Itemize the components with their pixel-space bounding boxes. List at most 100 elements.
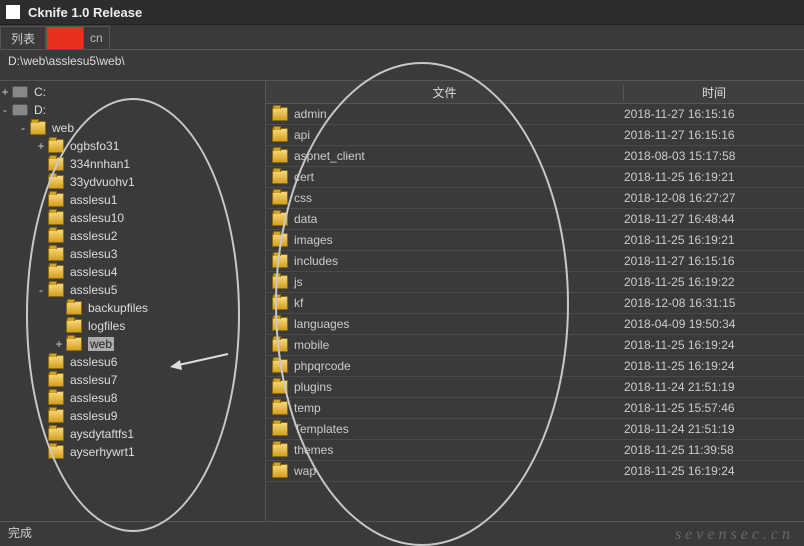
folder-icon	[272, 233, 288, 247]
tree-label: web	[52, 121, 74, 135]
file-time: 2018-12-08 16:31:15	[618, 296, 804, 310]
tree-node[interactable]: +ogbsfo31	[0, 137, 265, 155]
tree-node[interactable]: asslesu3	[0, 245, 265, 263]
tree-label: asslesu4	[70, 265, 117, 279]
file-row[interactable]: Templates2018-11-24 21:51:19	[266, 419, 804, 440]
folder-icon	[272, 254, 288, 268]
expand-toggle[interactable]: +	[54, 337, 64, 351]
tree-node[interactable]: asslesu9	[0, 407, 265, 425]
folder-icon	[48, 211, 64, 225]
file-time: 2018-11-25 16:19:21	[618, 170, 804, 184]
expand-toggle[interactable]: +	[0, 85, 10, 99]
folder-icon	[272, 464, 288, 478]
tree-node[interactable]: -D:	[0, 101, 265, 119]
column-name[interactable]: 文件	[266, 84, 623, 101]
file-row[interactable]: temp2018-11-25 15:57:46	[266, 398, 804, 419]
app-icon	[6, 5, 20, 19]
path-bar[interactable]: D:\web\asslesu5\web\	[0, 50, 804, 81]
file-name: temp	[294, 401, 321, 415]
tab-list[interactable]: 列表	[0, 26, 46, 49]
file-row[interactable]: aspnet_client2018-08-03 15:17:58	[266, 146, 804, 167]
folder-icon	[272, 401, 288, 415]
file-row[interactable]: languages2018-04-09 19:50:34	[266, 314, 804, 335]
folder-icon	[48, 139, 64, 153]
file-time: 2018-11-27 16:48:44	[618, 212, 804, 226]
file-name: data	[294, 212, 317, 226]
folder-icon	[272, 212, 288, 226]
tree-node[interactable]: asslesu10	[0, 209, 265, 227]
folder-icon	[272, 380, 288, 394]
tree-label: 33ydvuohv1	[70, 175, 135, 189]
title-bar: Cknife 1.0 Release	[0, 0, 804, 25]
tree-node[interactable]: asslesu7	[0, 371, 265, 389]
tree-label: asslesu2	[70, 229, 117, 243]
expand-toggle[interactable]: +	[36, 139, 46, 153]
file-row[interactable]: includes2018-11-27 16:15:16	[266, 251, 804, 272]
file-row[interactable]: data 2018-11-27 16:48:44	[266, 209, 804, 230]
folder-icon	[48, 391, 64, 405]
tree-label: logfiles	[88, 319, 125, 333]
tree-label: asslesu1	[70, 193, 117, 207]
file-row[interactable]: css2018-12-08 16:27:27	[266, 188, 804, 209]
tree-node[interactable]: aysdytaftfs1	[0, 425, 265, 443]
tree-node[interactable]: logfiles	[0, 317, 265, 335]
tab-bar: 列表 cn	[0, 25, 804, 50]
file-row[interactable]: js 2018-11-25 16:19:22	[266, 272, 804, 293]
file-time: 2018-12-08 16:27:27	[618, 191, 804, 205]
file-row[interactable]: admin2018-11-27 16:15:16	[266, 104, 804, 125]
folder-icon	[30, 121, 46, 135]
file-list[interactable]: admin2018-11-27 16:15:16api2018-11-27 16…	[266, 104, 804, 521]
directory-tree[interactable]: +C:-D:-web+ogbsfo31334nnhan133ydvuohv1as…	[0, 81, 266, 521]
folder-icon	[66, 337, 82, 351]
tree-node[interactable]: -asslesu5	[0, 281, 265, 299]
tree-node[interactable]: ayserhywrt1	[0, 443, 265, 461]
tree-label: asslesu6	[70, 355, 117, 369]
tree-node[interactable]: asslesu6	[0, 353, 265, 371]
tree-node[interactable]: +C:	[0, 83, 265, 101]
folder-icon	[272, 338, 288, 352]
file-row[interactable]: themes 2018-11-25 11:39:58	[266, 440, 804, 461]
tab-host-suffix[interactable]: cn	[84, 26, 110, 49]
file-time: 2018-11-25 11:39:58	[618, 443, 804, 457]
tree-node[interactable]: - web	[0, 119, 265, 137]
file-row[interactable]: wap2018-11-25 16:19:24	[266, 461, 804, 482]
file-time: 2018-11-25 16:19:24	[618, 338, 804, 352]
tree-node[interactable]: 334nnhan1	[0, 155, 265, 173]
tree-node[interactable]: asslesu8	[0, 389, 265, 407]
tab-host-redacted[interactable]	[46, 26, 84, 49]
folder-icon	[48, 445, 64, 459]
folder-icon	[66, 319, 82, 333]
file-row[interactable]: images2018-11-25 16:19:21	[266, 230, 804, 251]
tree-label: aysdytaftfs1	[70, 427, 134, 441]
file-time: 2018-11-25 16:19:24	[618, 464, 804, 478]
folder-icon	[272, 275, 288, 289]
tree-node[interactable]: + web	[0, 335, 265, 353]
file-row[interactable]: kf2018-12-08 16:31:15	[266, 293, 804, 314]
folder-icon	[272, 128, 288, 142]
file-row[interactable]: plugins2018-11-24 21:51:19	[266, 377, 804, 398]
file-row[interactable]: phpqrcode2018-11-25 16:19:24	[266, 356, 804, 377]
expand-toggle[interactable]: -	[36, 283, 46, 297]
file-row[interactable]: api2018-11-27 16:15:16	[266, 125, 804, 146]
folder-icon	[272, 296, 288, 310]
folder-icon	[272, 359, 288, 373]
tree-node[interactable]: backupfiles	[0, 299, 265, 317]
expand-toggle[interactable]: -	[0, 103, 10, 117]
file-row[interactable]: cert2018-11-25 16:19:21	[266, 167, 804, 188]
tree-node[interactable]: asslesu1	[0, 191, 265, 209]
tree-node[interactable]: asslesu4	[0, 263, 265, 281]
expand-toggle[interactable]: -	[18, 121, 28, 135]
file-name: themes	[294, 443, 333, 457]
drive-icon	[12, 104, 28, 116]
folder-icon	[272, 170, 288, 184]
tree-node[interactable]: 33ydvuohv1	[0, 173, 265, 191]
file-name: js	[294, 275, 303, 289]
folder-icon	[272, 191, 288, 205]
tree-node[interactable]: asslesu2	[0, 227, 265, 245]
tree-label: asslesu8	[70, 391, 117, 405]
file-time: 2018-11-25 16:19:22	[618, 275, 804, 289]
tree-label: web	[88, 337, 114, 351]
file-row[interactable]: mobile2018-11-25 16:19:24	[266, 335, 804, 356]
file-time: 2018-11-27 16:15:16	[618, 107, 804, 121]
column-time[interactable]: 时间	[623, 84, 804, 101]
